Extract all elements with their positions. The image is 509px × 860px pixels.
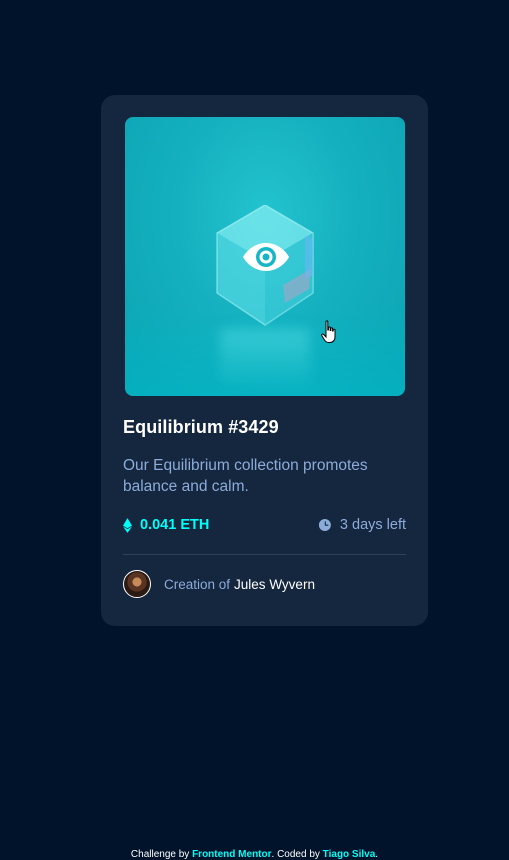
creator-name-link[interactable]: Jules Wyvern — [234, 577, 315, 592]
nft-image[interactable] — [125, 117, 405, 396]
ethereum-icon — [123, 517, 132, 533]
price-value: 0.041 ETH — [140, 517, 210, 533]
attribution-middle: . Coded by — [271, 849, 320, 860]
view-eye-icon — [243, 243, 289, 271]
time-left: 3 days left — [318, 517, 406, 533]
attribution-prefix: Challenge by — [130, 849, 190, 860]
creator-info: Creation of Jules Wyvern — [123, 570, 315, 598]
frontend-mentor-link[interactable]: Frontend Mentor — [192, 849, 271, 860]
cube-reflection — [220, 329, 310, 391]
nft-title[interactable]: Equilibrium #3429 — [123, 417, 279, 438]
time-left-value: 3 days left — [339, 517, 406, 533]
divider — [123, 554, 406, 555]
author-link[interactable]: Tiago Silva — [323, 849, 376, 860]
price-tag: 0.041 ETH — [123, 517, 209, 533]
attribution: Challenge by Frontend Mentor. Coded by T… — [0, 849, 509, 860]
creator-avatar — [123, 570, 151, 598]
clock-icon — [318, 519, 331, 531]
attribution-suffix: . — [375, 849, 379, 860]
nft-card: Equilibrium #3429 Our Equilibrium collec… — [101, 95, 428, 626]
nft-description: Our Equilibrium collection promotes bala… — [123, 457, 368, 495]
creator-prefix: Creation of — [164, 576, 231, 592]
hand-cursor-icon — [321, 320, 336, 343]
